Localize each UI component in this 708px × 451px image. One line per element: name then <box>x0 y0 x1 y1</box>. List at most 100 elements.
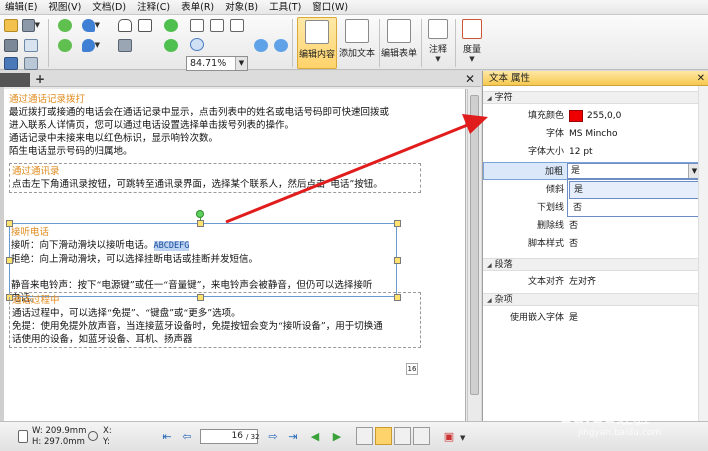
menu-form[interactable]: 表单(R) <box>176 0 220 15</box>
menu-tools[interactable]: 工具(T) <box>264 0 307 15</box>
prop-fill-color[interactable]: 填充颜色 255,0,0 <box>483 107 708 125</box>
block-line: 陌生电话显示号码的归属地。 <box>9 146 133 157</box>
prop-font[interactable]: 字体 MS Mincho <box>483 125 708 143</box>
prop-value: 否 <box>569 221 579 231</box>
hand-tool-button[interactable] <box>116 17 134 33</box>
menu-object[interactable]: 对象(B) <box>220 0 264 15</box>
bold-select[interactable]: 是 ▼ <box>567 163 701 179</box>
rotate-right-button[interactable] <box>162 37 180 53</box>
go-back-button[interactable]: ◀ <box>306 427 324 445</box>
printer-icon <box>4 38 18 52</box>
resize-handle[interactable] <box>394 220 401 227</box>
option-yes[interactable]: 是 <box>569 181 699 199</box>
next-page-button[interactable]: ⇨ <box>264 427 282 445</box>
back-button[interactable] <box>56 17 74 33</box>
hand-icon <box>118 18 132 32</box>
prop-label: 文本对齐 <box>527 277 564 287</box>
scan-button[interactable] <box>22 55 40 71</box>
document-page[interactable]: 通过通话记录拨打 最近拨打或接通的电话会在通话记录中显示，点击列表中的姓名或电话… <box>4 89 466 421</box>
section-misc[interactable]: ◢ 杂项 <box>483 293 708 306</box>
snapshot-button[interactable] <box>116 37 134 53</box>
separator <box>292 19 293 67</box>
first-page-button[interactable]: ⇤ <box>158 427 176 445</box>
continuous-facing-view-button[interactable] <box>413 427 430 445</box>
annotate-button[interactable]: 注释 ▼ <box>424 17 452 69</box>
text-block-in-call[interactable]: 通话过程中 通话过程中，可以选择“免提”、“键盘”或“更多”选项。 免提：使用免… <box>9 292 421 348</box>
section-paragraph[interactable]: ◢ 段落 <box>483 258 708 271</box>
menu-edit[interactable]: 编辑(E) <box>0 0 43 15</box>
menu-view[interactable]: 视图(V) <box>43 0 87 15</box>
last-page-button[interactable]: ⇥ <box>284 427 302 445</box>
option-no[interactable]: 否 <box>569 200 699 218</box>
email-button[interactable] <box>22 37 40 53</box>
prop-value: 是 <box>569 313 579 323</box>
cursor-x: X: <box>103 426 112 436</box>
prop-embed-font[interactable]: 使用嵌入字体 是 <box>483 309 708 327</box>
document-tab[interactable] <box>0 73 30 87</box>
pdf-icon: ▣ <box>443 429 455 443</box>
rotate-left-button[interactable] <box>162 17 180 33</box>
edit-form-button[interactable]: 编辑表单 <box>380 17 418 69</box>
facing-view-button[interactable] <box>394 427 411 445</box>
chevron-down-icon[interactable]: ▼ <box>460 434 465 442</box>
zoom-out-button[interactable] <box>272 37 290 53</box>
close-icon[interactable]: ✕ <box>465 71 475 87</box>
prop-label: 删除线 <box>536 221 564 231</box>
selection-box[interactable] <box>9 223 397 297</box>
select-tool-button[interactable] <box>136 17 154 33</box>
resize-handle[interactable] <box>394 257 401 264</box>
go-forward-button[interactable]: ▶ <box>328 427 346 445</box>
resize-handle[interactable] <box>197 220 204 227</box>
rotate-cw-icon <box>164 38 178 52</box>
prop-strikethrough[interactable]: 删除线 否 <box>483 217 708 235</box>
prop-script-style[interactable]: 脚本样式 否 <box>483 235 708 253</box>
section-character[interactable]: ◢ 字符 <box>483 91 708 104</box>
resize-handle[interactable] <box>6 220 13 227</box>
prop-font-size[interactable]: 字体大小 12 pt <box>483 143 708 161</box>
color-swatch[interactable] <box>569 109 583 122</box>
panel-scrollbar[interactable] <box>698 86 708 421</box>
text-block-contacts[interactable]: 通过通讯录 点击左下角通讯录按钮，可跳转至通讯录界面，选择某个联系人，然后点击“… <box>9 163 421 193</box>
menu-window[interactable]: 窗口(W) <box>307 0 354 15</box>
rotate-handle[interactable] <box>196 210 204 218</box>
actual-size-button[interactable] <box>228 17 246 33</box>
block-line: 话使用的设备，如蓝牙设备、耳机、扬声器 <box>12 334 193 345</box>
vertical-scrollbar[interactable] <box>467 89 481 421</box>
prop-text-align[interactable]: 文本对齐 左对齐 <box>483 273 708 291</box>
prop-label: 字体 <box>545 129 564 139</box>
pdf-button[interactable]: ▣ <box>440 427 458 445</box>
forward-button[interactable] <box>56 37 74 53</box>
text-block-call-log[interactable]: 通过通话记录拨打 最近拨打或接通的电话会在通话记录中显示，点击列表中的姓名或电话… <box>9 93 421 158</box>
edit-content-button[interactable]: 编辑内容 <box>297 17 337 69</box>
fit-width-icon <box>210 18 224 32</box>
menu-comment[interactable]: 注释(C) <box>132 0 176 15</box>
close-icon[interactable]: ✕ <box>697 71 705 86</box>
save-button[interactable] <box>2 37 20 53</box>
prev-page-button[interactable]: ⇦ <box>178 427 196 445</box>
menu-document[interactable]: 文档(D) <box>87 0 132 15</box>
zoom-in-button[interactable] <box>252 37 270 53</box>
bold-options-list[interactable]: 是 否 <box>567 179 701 217</box>
redo-button[interactable]: ▼ <box>82 37 100 53</box>
single-page-view-button[interactable] <box>356 427 373 445</box>
print-dropdown-button[interactable]: ▼ <box>22 17 40 33</box>
tab-bar: + ✕ <box>0 71 481 87</box>
zoom-tool-button[interactable] <box>188 36 206 52</box>
new-tab-icon[interactable]: + <box>35 71 47 87</box>
chevron-down-icon: ▼ <box>34 21 40 29</box>
resize-handle[interactable] <box>6 257 13 264</box>
prop-label: 填充颜色 <box>527 111 564 121</box>
first-page-icon: ⇤ <box>162 429 172 443</box>
fit-width-button[interactable] <box>208 17 226 33</box>
undo-button[interactable]: ▼ <box>82 17 100 33</box>
measure-button[interactable]: 度量 ▼ <box>458 17 486 69</box>
scroll-thumb[interactable] <box>470 95 479 395</box>
continuous-view-button[interactable] <box>375 427 392 445</box>
open-button[interactable] <box>2 17 20 33</box>
fit-page-button[interactable] <box>188 17 206 33</box>
forward-icon: ▶ <box>332 429 342 443</box>
add-text-button[interactable]: 添加文本 <box>338 17 376 69</box>
chevron-down-icon[interactable]: ▼ <box>235 57 247 70</box>
zoom-select[interactable]: 84.71% ▼ <box>186 56 248 71</box>
disk-button[interactable] <box>2 55 20 71</box>
